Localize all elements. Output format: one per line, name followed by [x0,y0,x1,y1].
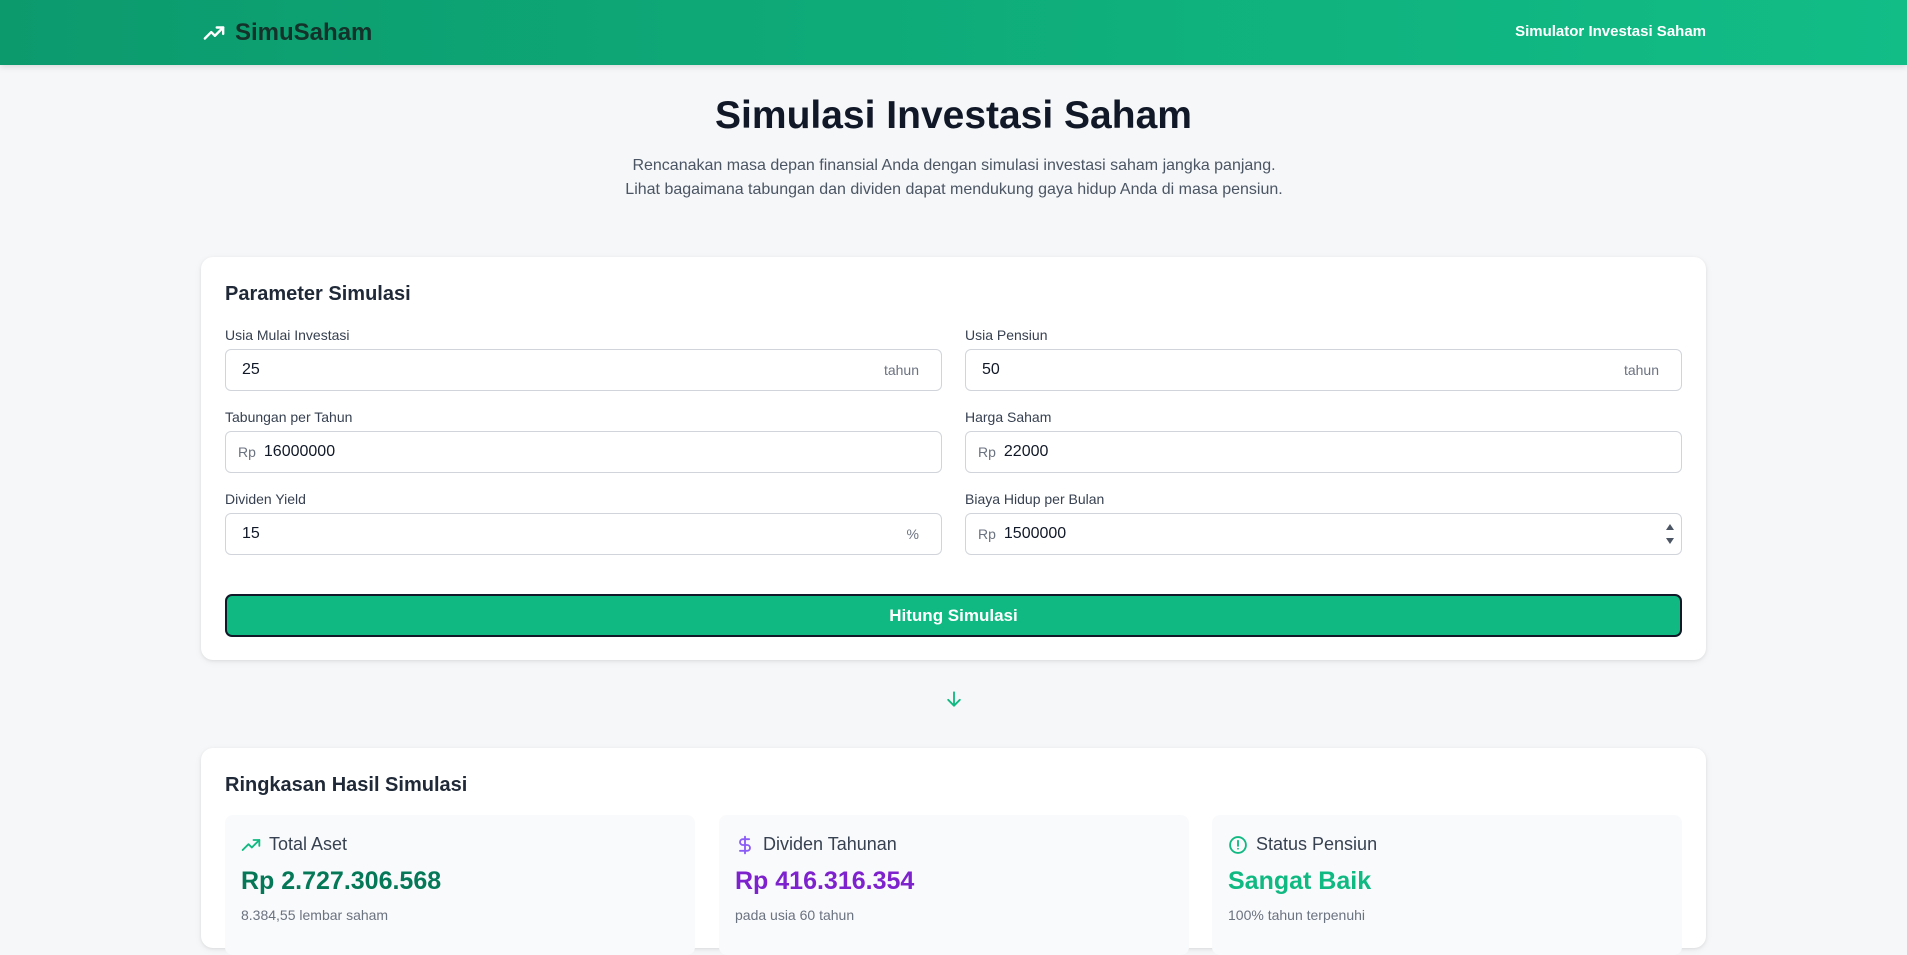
parameters-card: Parameter Simulasi Usia Mulai Investasi … [201,257,1706,660]
input-prefix: Rp [978,526,996,542]
monthly-living-cost-input[interactable]: Rp 1500000 [965,513,1682,555]
arrow-down-icon [947,691,961,707]
input-value: 25 [242,361,260,378]
stat-note: 100% tahun terpenuhi [1228,907,1365,923]
stat-label: Status Pensiun [1256,834,1378,854]
parameters-title: Parameter Simulasi [225,283,411,305]
stat-note: pada usia 60 tahun [735,907,855,923]
field-start-age: Usia Mulai Investasi 25 tahun [225,325,942,391]
nav-link-simulator[interactable]: Simulator Investasi Saham [1515,23,1706,40]
field-label: Usia Pensiun [965,327,1048,343]
input-value: 15 [242,525,260,542]
stock-price-input[interactable]: Rp 22000 [965,431,1682,473]
stat-label: Dividen Tahunan [763,834,897,854]
input-prefix: Rp [238,444,256,460]
dividend-yield-input[interactable]: 15 % [225,513,942,555]
input-value: 16000000 [263,443,336,460]
navbar: SimuSaham Simulator Investasi Saham [0,0,1907,65]
input-value: 50 [982,361,1000,378]
results-title: Ringkasan Hasil Simulasi [225,774,468,796]
stat-label: Total Aset [269,834,348,854]
field-retirement-age: Usia Pensiun 50 tahun [965,325,1682,391]
number-spinner[interactable] [1665,524,1675,544]
field-label: Harga Saham [965,409,1052,425]
field-monthly-living-cost: Biaya Hidup per Bulan Rp 1500000 [965,489,1682,555]
input-suffix: % [906,526,919,542]
input-prefix: Rp [978,444,996,460]
spinner-up-icon[interactable] [1666,524,1674,530]
input-value: 22000 [1003,443,1049,460]
retirement-age-input[interactable]: 50 tahun [965,349,1682,391]
stat-value: Rp 2.727.306.568 [241,867,442,895]
stat-retirement-status: Status Pensiun Sangat Baik 100% tahun te… [1212,815,1682,955]
trending-up-icon [241,838,261,851]
alert-circle-icon [1229,835,1247,854]
field-label: Usia Mulai Investasi [225,327,350,343]
input-suffix: tahun [883,362,919,378]
stat-note: 8.384,55 lembar saham [241,907,389,923]
calculate-button[interactable]: Hitung Simulasi [225,594,1682,637]
field-annual-savings: Tabungan per Tahun Rp 16000000 [225,407,942,473]
field-label: Biaya Hidup per Bulan [965,491,1105,507]
stat-total-assets: Total Aset Rp 2.727.306.568 8.384,55 lem… [225,815,695,955]
annual-savings-input[interactable]: Rp 16000000 [225,431,942,473]
field-stock-price: Harga Saham Rp 22000 [965,407,1682,473]
dollar-icon [739,835,751,854]
field-label: Tabungan per Tahun [225,409,353,425]
page-title: Simulasi Investasi Saham [715,94,1192,137]
field-dividend-yield: Dividen Yield 15 % [225,489,942,555]
stat-value: Sangat Baik [1228,867,1372,895]
start-age-input[interactable]: 25 tahun [225,349,942,391]
stat-value: Rp 416.316.354 [735,867,915,895]
spinner-down-icon[interactable] [1666,538,1674,544]
brand-name: SimuSaham [235,19,373,46]
input-value: 1500000 [1003,525,1067,542]
field-label: Dividen Yield [225,491,306,507]
trending-up-icon [203,26,225,40]
stat-annual-dividend: Dividen Tahunan Rp 416.316.354 pada usia… [719,815,1189,955]
input-suffix: tahun [1623,362,1659,378]
page-subtitle: Rencanakan masa depan finansial Anda den… [625,157,1283,198]
results-card: Ringkasan Hasil Simulasi Total Aset Rp 2… [201,748,1706,955]
brand-logo[interactable]: SimuSaham [201,18,372,48]
